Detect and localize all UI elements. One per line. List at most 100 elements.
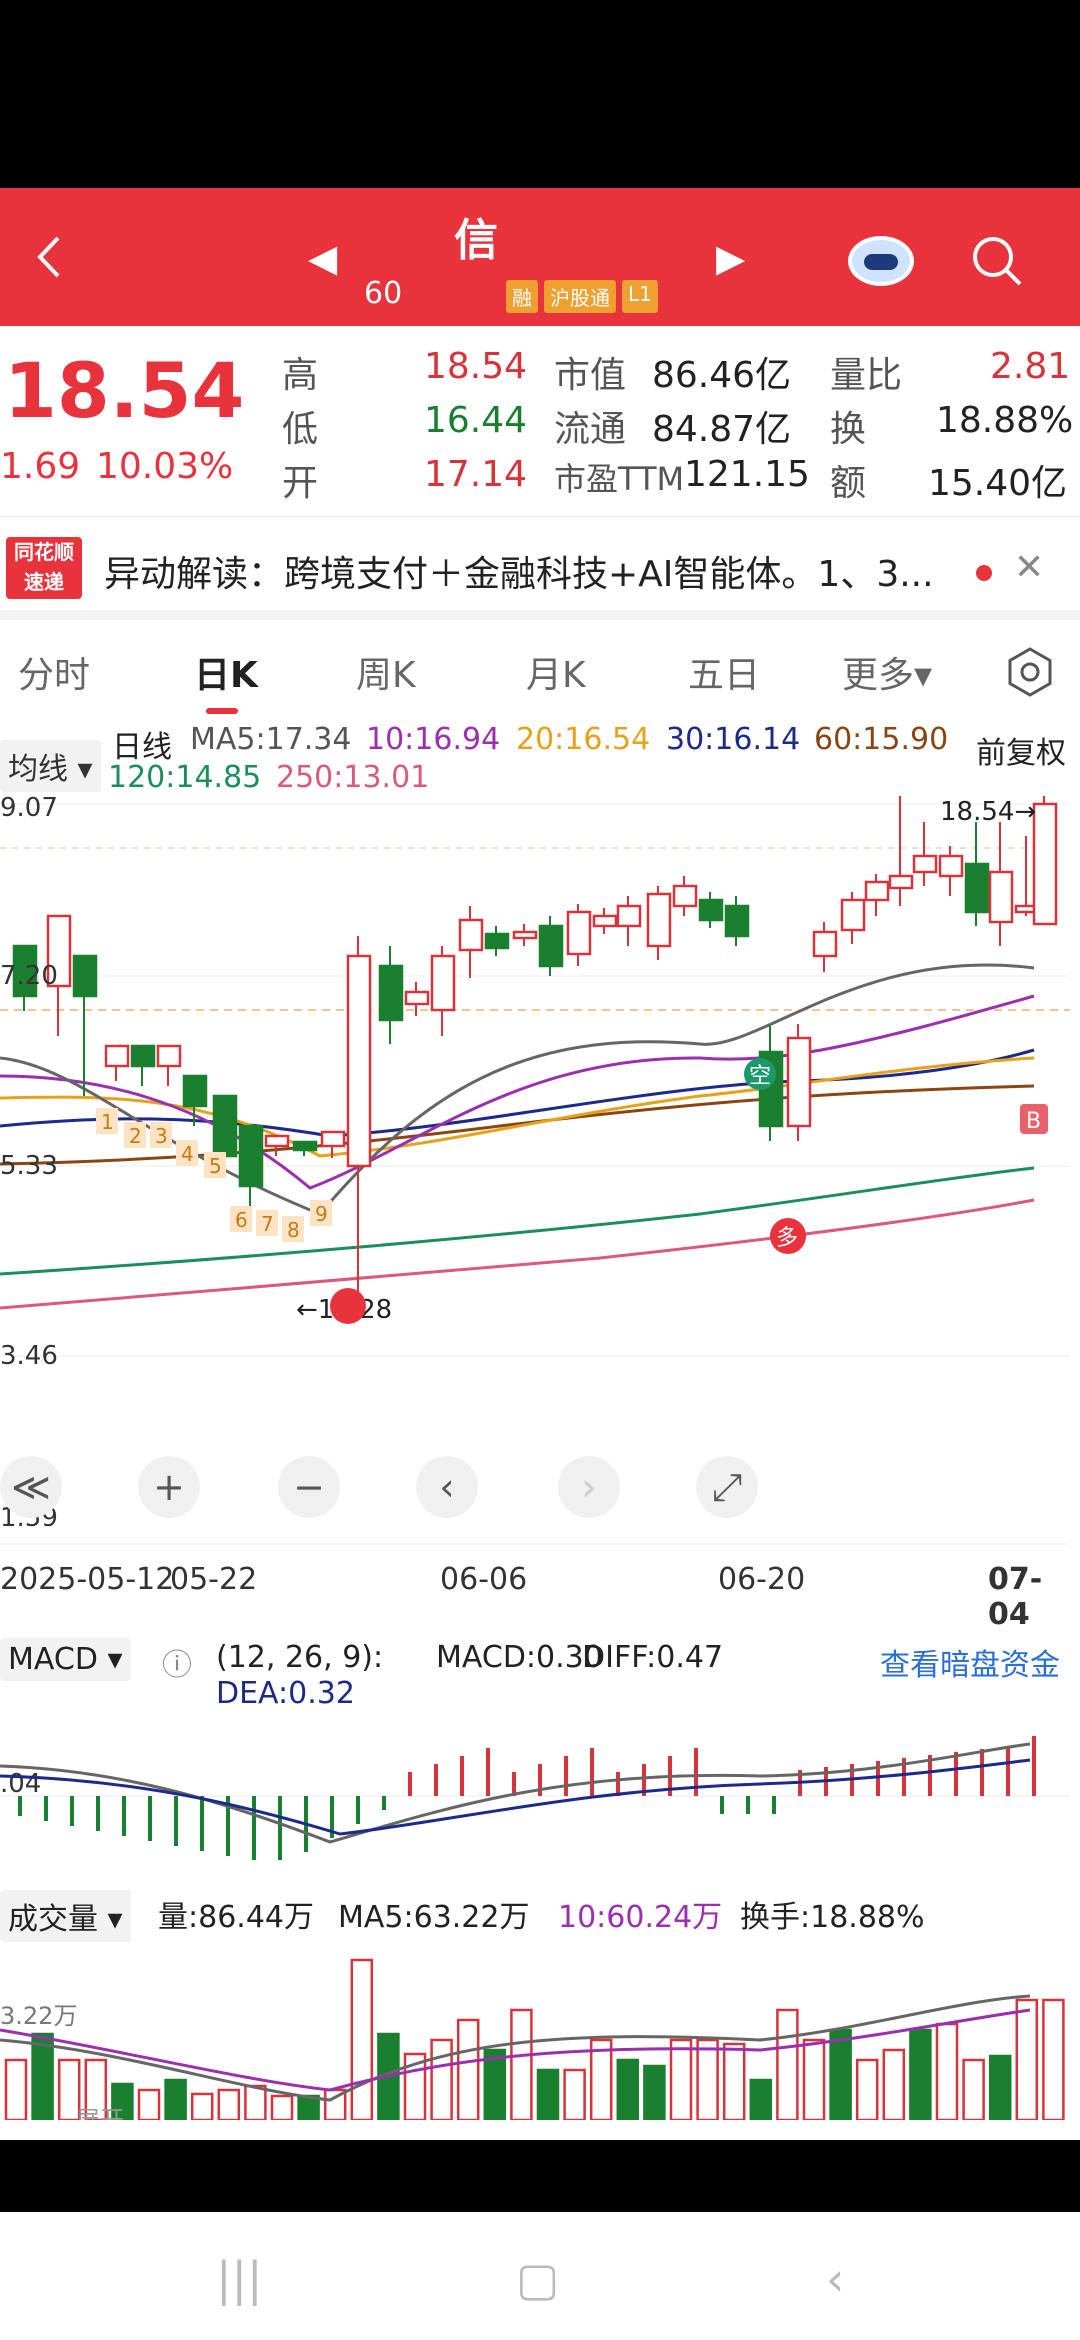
candle-body [938, 854, 964, 878]
news-logo: 同花顺 速递 [6, 537, 82, 599]
back-icon[interactable] [26, 232, 76, 282]
macd-bar [278, 1796, 282, 1860]
candle-body [458, 918, 484, 952]
volume-bar [137, 2088, 161, 2120]
volume-bar [510, 2008, 533, 2120]
candle-body [864, 880, 890, 902]
tab-daily-k[interactable]: 日K [194, 646, 258, 698]
volume-value: 量:86.44万 [158, 1900, 314, 1935]
news-text[interactable]: 异动解读：跨境支付＋金融科技+AI智能体。1、3... [104, 545, 934, 597]
top-nav: ◀ 信 60 融 沪股通 L1 ▶ [0, 188, 1080, 326]
close-icon[interactable]: ✕ [1014, 547, 1044, 588]
recent-apps-icon[interactable]: ||| [216, 2252, 263, 2306]
float-value: 84.87亿 [652, 409, 792, 450]
fullscreen-button[interactable]: ⤢ [696, 1456, 758, 1518]
volume-bar [829, 2028, 852, 2120]
macd-bar [148, 1796, 152, 1841]
ma5-value: MA5:17.34 [190, 722, 352, 757]
volume-bar [217, 2088, 241, 2120]
mktcap-value: 86.46亿 [652, 355, 792, 396]
candle-body [724, 904, 750, 938]
volume-ma5: MA5:63.22万 [338, 1900, 530, 1935]
candle-body [592, 914, 618, 928]
turnover-value: 18.88% [936, 400, 1074, 441]
candle-body [378, 964, 404, 1022]
macd-bar [252, 1796, 256, 1860]
candle-body [840, 898, 866, 932]
macd-bar [18, 1796, 22, 1816]
search-icon[interactable] [968, 232, 1024, 288]
macd-bar [96, 1796, 100, 1831]
macd-dea: DEA:0.32 [216, 1676, 355, 1711]
volume-bar [909, 2028, 932, 2120]
candle-body [672, 884, 698, 908]
macd-bar [486, 1748, 490, 1796]
zoom-out-button[interactable]: − [278, 1456, 340, 1518]
y-label-3: 5.33 [0, 1151, 58, 1181]
signal-long-text: 多 [776, 1226, 798, 1251]
candle-body [320, 1130, 346, 1148]
back-nav-icon[interactable]: ‹ [826, 2252, 844, 2306]
prev-stock-icon[interactable]: ◀ [308, 236, 337, 280]
high-value: 18.54 [424, 346, 528, 387]
settings-icon[interactable] [1004, 646, 1056, 698]
macd-chart: .04 [0, 1736, 1070, 1860]
x-tick-2: 05-22 [170, 1562, 258, 1597]
volume-bar [669, 2038, 693, 2120]
scroll-left-button[interactable]: ‹ [416, 1456, 478, 1518]
volume-bar [855, 2058, 879, 2120]
adjust-selector[interactable]: 前复权 [976, 728, 1066, 772]
tab-five-day[interactable]: 五日 [688, 646, 760, 698]
macd-selector[interactable]: MACD ▾ [0, 1638, 131, 1681]
ma250-value: 250:13.01 [276, 760, 430, 795]
candle-body [616, 904, 642, 928]
price-change: 1.69 [0, 446, 81, 487]
volume-selector[interactable]: 成交量 ▾ [0, 1890, 131, 1942]
candle-body [404, 990, 430, 1006]
volume-bar [270, 2094, 294, 2120]
macd-bar [434, 1764, 438, 1796]
current-price: 18.54 [4, 346, 245, 435]
pe-value: 121.15 [684, 454, 810, 495]
low-point-badge [330, 1288, 366, 1324]
status-bar [0, 0, 1080, 188]
next-stock-icon[interactable]: ▶ [716, 236, 745, 280]
candle-body [156, 1044, 182, 1068]
scroll-right-button[interactable]: › [558, 1456, 620, 1518]
count-label: 5 [209, 1154, 222, 1178]
tab-monthly-k[interactable]: 月K [526, 646, 586, 698]
assistant-robot-icon[interactable] [848, 236, 914, 286]
candle-body [988, 870, 1014, 924]
help-icon[interactable]: ⓘ [162, 1640, 192, 1684]
x-tick-1: 2025-05-12 [0, 1562, 175, 1597]
candle-body [566, 910, 592, 956]
dark-pool-link[interactable]: 查看暗盘资金 [880, 1640, 1060, 1684]
volume-bar [190, 2092, 214, 2120]
zoom-in-button[interactable]: + [138, 1456, 200, 1518]
indicator-selector[interactable]: 均线 ▾ [0, 740, 101, 792]
collapse-left-button[interactable]: ≪ [0, 1456, 62, 1518]
volume-bar [722, 2042, 746, 2120]
home-icon[interactable]: ▢ [516, 2252, 559, 2306]
tab-weekly-k[interactable]: 周K [356, 646, 416, 698]
macd-bar [122, 1796, 126, 1836]
period-tabs: 分时 日K 周K 月K 五日 更多▾ [0, 624, 1080, 714]
volume-bar [536, 2068, 560, 2120]
macd-params: (12, 26, 9): [216, 1640, 384, 1675]
macd-bar [174, 1796, 178, 1846]
volume-turnover: 换手:18.88% [740, 1900, 925, 1935]
tab-intraday[interactable]: 分时 [18, 646, 90, 698]
count-label: 9 [315, 1202, 328, 1226]
macd-bar [746, 1796, 750, 1814]
signal-short-text: 空 [749, 1064, 771, 1089]
news-banner[interactable]: 同花顺 速递 异动解读：跨境支付＋金融科技+AI智能体。1、3... ✕ [0, 516, 1080, 620]
volume-axis-label: 3.22万 [0, 2002, 77, 2030]
candle-body [72, 954, 98, 998]
ma20-value: 20:16.54 [516, 722, 651, 757]
x-tick-3: 06-06 [440, 1562, 528, 1597]
ma10-value: 10:16.94 [366, 722, 501, 757]
kline-chart[interactable]: 123456789 18.54→ ←14.28 9.07 7.20 5.33 3… [0, 796, 1080, 1546]
volume-bar [776, 2008, 799, 2120]
count-label: 1 [101, 1110, 114, 1134]
tab-more[interactable]: 更多▾ [842, 646, 932, 698]
